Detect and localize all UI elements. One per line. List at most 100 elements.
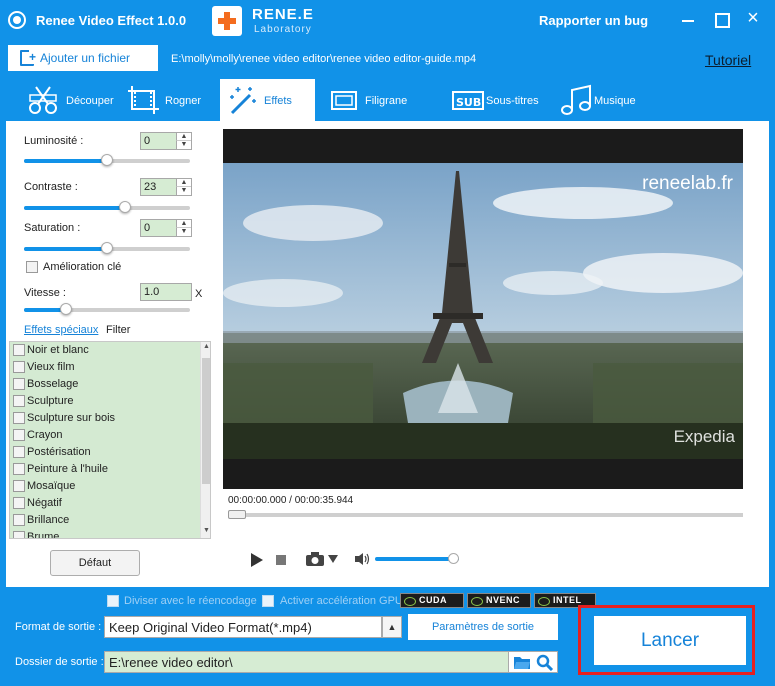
slider-thumb[interactable] — [119, 201, 131, 213]
slider-thumb[interactable] — [60, 303, 72, 315]
split-reencode-checkbox[interactable] — [107, 595, 119, 607]
seek-bar[interactable] — [228, 510, 743, 519]
filter-list-item[interactable]: Noir et blanc — [10, 342, 210, 359]
speed-slider[interactable] — [24, 303, 190, 315]
filter-list-item[interactable]: Mosaïque — [10, 478, 210, 495]
saturation-spinbox[interactable]: 0 ▲ ▼ — [140, 219, 192, 237]
slider-thumb[interactable] — [101, 154, 113, 166]
svg-text:SUB: SUB — [456, 96, 481, 109]
filter-checkbox[interactable] — [13, 344, 25, 356]
scissors-icon — [29, 86, 57, 114]
slider-thumb[interactable] — [101, 242, 113, 254]
app-window: Renee Video Effect 1.0.0 RENE.E Laborato… — [0, 0, 775, 686]
filter-checkbox[interactable] — [13, 514, 25, 526]
filter-list-item[interactable]: Vieux film — [10, 359, 210, 376]
contrast-value[interactable]: 23 — [141, 179, 176, 195]
tab-decouper[interactable]: Découper — [24, 79, 124, 121]
play-icon[interactable] — [250, 552, 264, 568]
scroll-down-icon[interactable]: ▼ — [203, 527, 210, 534]
chevron-down-icon[interactable] — [328, 555, 338, 563]
video-frame-image — [223, 163, 743, 459]
volume-slider[interactable] — [375, 553, 459, 564]
tab-filigrane[interactable]: Filigrane — [325, 79, 435, 121]
video-preview: reneelab.fr Expedia — [223, 129, 743, 489]
spin-up-icon[interactable]: ▲ — [176, 133, 191, 141]
enhance-checkbox[interactable] — [26, 261, 38, 273]
brand-logo-icon — [212, 6, 242, 36]
folder-icon[interactable] — [513, 655, 531, 670]
filter-list-item[interactable]: Bosselage — [10, 376, 210, 393]
filter-scrollbar[interactable]: ▲ ▼ — [200, 342, 210, 538]
search-icon[interactable] — [536, 654, 554, 671]
tab-sous-titres[interactable]: SUB Sous-titres — [448, 79, 548, 121]
output-format-select[interactable]: Keep Original Video Format(*.mp4) — [104, 616, 382, 638]
seek-thumb[interactable] — [228, 510, 246, 519]
filter-list-item[interactable]: Brume — [10, 529, 210, 539]
film-reel-icon — [8, 11, 26, 29]
report-bug-link[interactable]: Rapporter un bug — [539, 13, 648, 28]
filter-list-item[interactable]: Brillance — [10, 512, 210, 529]
default-button[interactable]: Défaut — [50, 550, 140, 576]
filter-checkbox[interactable] — [13, 412, 25, 424]
filter-list-item[interactable]: Postérisation — [10, 444, 210, 461]
filter-list-item[interactable]: Crayon — [10, 427, 210, 444]
filter-label: Sculpture — [27, 395, 74, 407]
filter-list-item[interactable]: Peinture à l'huile — [10, 461, 210, 478]
tab-effets[interactable]: Effets — [220, 79, 315, 121]
filter-checkbox[interactable] — [13, 361, 25, 373]
gpu-acceleration-checkbox[interactable] — [262, 595, 274, 607]
brightness-value[interactable]: 0 — [141, 133, 176, 149]
camera-icon[interactable] — [305, 551, 325, 567]
tab-musique[interactable]: Musique — [556, 79, 656, 121]
spin-down-icon[interactable]: ▼ — [176, 141, 191, 149]
output-format-label: Format de sortie : — [15, 621, 102, 633]
speed-input[interactable]: 1.0 — [140, 283, 192, 301]
tab-filter[interactable]: Filter — [106, 324, 130, 336]
volume-thumb[interactable] — [448, 553, 459, 564]
close-icon[interactable]: × — [742, 7, 764, 29]
maximize-icon[interactable] — [710, 10, 732, 30]
contrast-slider[interactable] — [24, 201, 190, 213]
filter-checkbox[interactable] — [13, 446, 25, 458]
filter-list-item[interactable]: Sculpture — [10, 393, 210, 410]
effects-panel: Luminosité : 0 ▲ ▼ Contraste : 23 ▲ ▼ Sa… — [6, 121, 769, 587]
filter-list-item[interactable]: Sculpture sur bois — [10, 410, 210, 427]
stop-icon[interactable] — [275, 554, 287, 566]
launch-button[interactable]: Lancer — [594, 616, 746, 665]
saturation-slider[interactable] — [24, 242, 190, 254]
spin-down-icon[interactable]: ▼ — [176, 228, 191, 236]
filter-list-item[interactable]: Négatif — [10, 495, 210, 512]
spin-up-icon[interactable]: ▲ — [176, 220, 191, 228]
tab-rogner[interactable]: Rogner — [124, 79, 220, 121]
filter-label: Sculpture sur bois — [27, 412, 116, 424]
volume-icon[interactable] — [354, 552, 370, 566]
filter-checkbox[interactable] — [13, 463, 25, 475]
spin-up-icon[interactable]: ▲ — [176, 179, 191, 187]
tutorial-link[interactable]: Tutoriel — [705, 52, 751, 68]
tab-bar: Découper Rogner Effets Filigrane SUB Sou… — [0, 79, 775, 121]
filter-checkbox[interactable] — [13, 429, 25, 441]
saturation-value[interactable]: 0 — [141, 220, 176, 236]
filter-label: Brume — [27, 531, 60, 539]
add-file-button[interactable]: Ajouter un fichier — [8, 45, 158, 71]
filter-checkbox[interactable] — [13, 531, 25, 538]
dropdown-arrow-icon[interactable]: ▲ — [382, 616, 402, 638]
filter-checkbox[interactable] — [13, 497, 25, 509]
spin-down-icon[interactable]: ▼ — [176, 187, 191, 195]
output-folder-input[interactable]: E:\renee video editor\ — [104, 651, 510, 673]
scrollbar-thumb[interactable] — [202, 358, 210, 484]
filter-checkbox[interactable] — [13, 395, 25, 407]
brightness-spinbox[interactable]: 0 ▲ ▼ — [140, 132, 192, 150]
filter-checkbox[interactable] — [13, 480, 25, 492]
tab-special-effects[interactable]: Effets spéciaux — [24, 324, 98, 336]
minimize-icon[interactable] — [677, 10, 699, 30]
brightness-slider[interactable] — [24, 154, 190, 166]
contrast-spinbox[interactable]: 23 ▲ ▼ — [140, 178, 192, 196]
brand-subtitle: Laboratory — [254, 24, 312, 35]
app-title: Renee Video Effect 1.0.0 — [36, 13, 187, 28]
output-settings-button[interactable]: Paramètres de sortie — [408, 614, 558, 640]
filter-checkbox[interactable] — [13, 378, 25, 390]
filter-label: Négatif — [27, 497, 62, 509]
scroll-up-icon[interactable]: ▲ — [203, 343, 210, 350]
video-watermark-top: reneelab.fr — [642, 173, 733, 194]
